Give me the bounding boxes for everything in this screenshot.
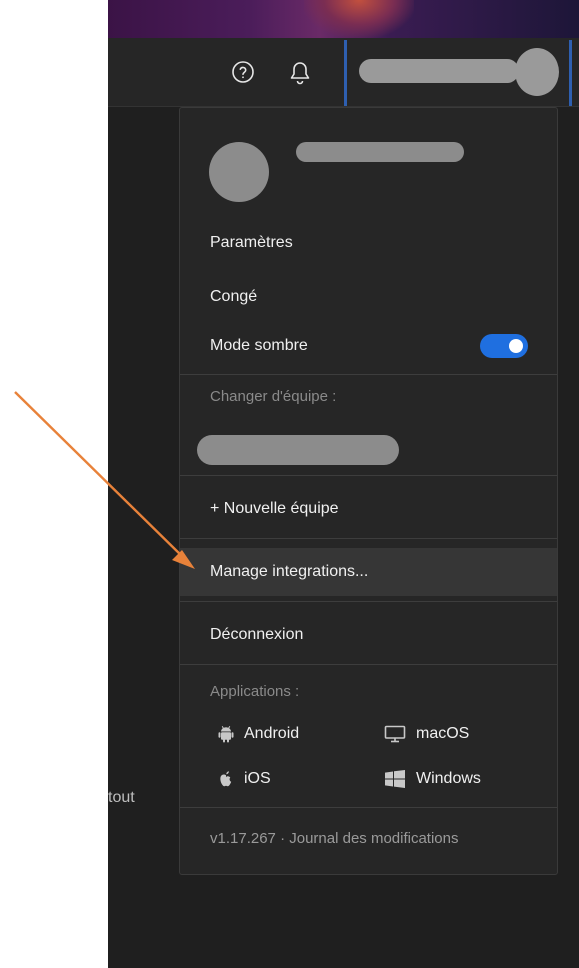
android-icon [218,725,234,743]
divider [180,664,557,665]
changelog-link[interactable]: Journal des modifications [289,830,458,847]
applications-label: Applications : [210,683,300,700]
new-team-label: + Nouvelle équipe [210,500,339,517]
windows-app-link[interactable]: Windows [384,770,481,788]
user-dropdown-menu: Paramètres Congé Mode sombre Changer d'é… [179,107,558,875]
header-banner [108,0,579,38]
divider [180,374,557,375]
manage-integrations-menu-item[interactable]: Manage integrations... [180,548,557,596]
macos-label: macOS [416,725,470,742]
redacted-profile-avatar [209,142,269,202]
redacted-profile-name [296,142,464,162]
leave-label: Congé [210,288,258,305]
version-row: v1.17.267 · Journal des modifications [210,830,459,847]
redacted-team-item[interactable] [197,435,399,465]
dark-mode-label: Mode sombre [210,337,308,354]
banner-artwork [304,0,414,38]
macos-app-link[interactable]: macOS [384,725,469,743]
android-app-link[interactable]: Android [218,725,299,743]
user-menu-button[interactable] [344,40,572,106]
windows-icon [385,770,405,788]
settings-menu-item[interactable]: Paramètres [180,219,557,267]
toggle-knob [509,339,523,353]
manage-integrations-label: Manage integrations... [210,563,369,580]
apple-icon [220,771,232,787]
switch-team-label: Changer d'équipe : [210,388,337,405]
redacted-user-avatar [515,48,559,96]
dark-mode-toggle[interactable] [480,334,528,358]
divider [180,601,557,602]
windows-label: Windows [416,770,481,787]
logout-menu-item[interactable]: Déconnexion [180,611,557,659]
background-text: tout [108,789,135,806]
top-bar [108,38,579,107]
android-label: Android [244,725,300,742]
help-icon[interactable] [231,60,255,84]
redacted-user-name [359,59,519,83]
divider [180,807,557,808]
ios-label: iOS [244,770,271,787]
version-number: v1.17.267 [210,830,276,847]
divider [180,475,557,476]
leave-menu-item[interactable]: Congé [180,273,557,321]
settings-label: Paramètres [210,234,293,251]
monitor-icon [384,725,406,743]
new-team-menu-item[interactable]: + Nouvelle équipe [180,485,557,533]
bell-icon[interactable] [288,60,312,86]
version-separator: · [280,830,286,847]
ios-app-link[interactable]: iOS [218,770,271,788]
logout-label: Déconnexion [210,626,304,643]
divider [180,538,557,539]
